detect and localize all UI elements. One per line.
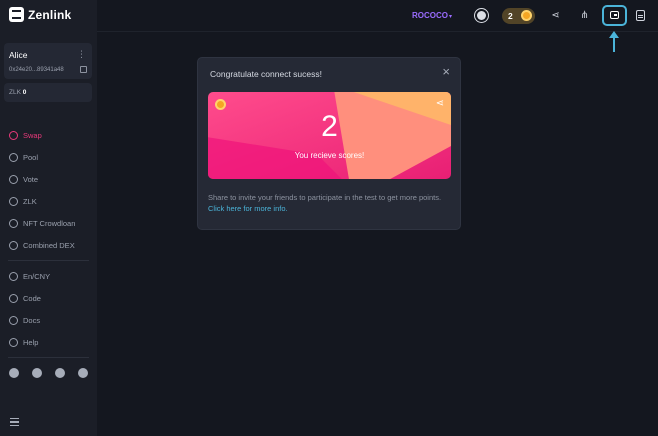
pool-icon <box>9 152 18 162</box>
social-links <box>9 368 88 378</box>
wallet-button[interactable] <box>602 5 627 26</box>
success-modal: Congratulate connect sucess! × ⋖ 2 You r… <box>197 57 461 230</box>
divider <box>8 357 89 358</box>
zlk-balance: ZLK 0 <box>4 83 92 102</box>
sidebar-item-combined-dex[interactable]: Combined DEX <box>0 234 97 256</box>
docs-icon <box>9 315 18 325</box>
help-icon <box>9 337 18 347</box>
vote-icon <box>9 174 18 184</box>
telegram-icon[interactable] <box>78 368 88 378</box>
balance-value: 0 <box>22 89 27 96</box>
sidebar-item-label: Swap <box>23 130 42 140</box>
score-card: ⋖ 2 You recieve scores! <box>208 92 451 179</box>
sidebar-item-swap[interactable]: Swap <box>0 124 97 146</box>
sidebar-item-help[interactable]: Help <box>0 331 97 353</box>
medal-icon <box>521 10 532 21</box>
sidebar-item-zlk[interactable]: ZLK <box>0 190 97 212</box>
score-badge[interactable]: 2 <box>502 8 535 24</box>
sidebar-item-label: Docs <box>23 315 41 325</box>
sidebar-item-label: En/CNY <box>23 271 51 281</box>
wallet-icon <box>610 11 619 19</box>
close-icon[interactable]: × <box>442 65 450 78</box>
swap-icon <box>9 130 18 140</box>
share-icon[interactable]: ⋖ <box>436 98 444 109</box>
logo[interactable]: Zenlink <box>9 7 71 22</box>
document-icon[interactable] <box>636 10 645 21</box>
sidebar-item-label: Combined DEX <box>23 240 75 250</box>
medium-icon[interactable] <box>55 368 65 378</box>
caret-down-icon: ▾ <box>449 14 453 20</box>
sidebar-item-label: Code <box>23 293 41 303</box>
modal-description: Share to invite your friends to particip… <box>208 192 452 214</box>
top-bar: ROCOCO▾ 2 ⋖ ⋔ <box>97 0 658 32</box>
code-icon <box>9 293 18 303</box>
sidebar-item-label: Help <box>23 337 39 347</box>
collapse-sidebar-icon[interactable] <box>10 418 19 426</box>
sidebar-item-label: Vote <box>23 174 39 184</box>
sidebar-nav: Swap Pool Vote ZLK NFT Crowdloan Combine… <box>0 124 97 362</box>
sidebar-item-label: ZLK <box>23 196 37 206</box>
github-icon[interactable] <box>9 368 19 378</box>
sidebar: Zenlink Alice ⋮ 0x24e20...89341a48 ZLK 0… <box>0 0 97 436</box>
logo-text: Zenlink <box>28 7 72 22</box>
twitter-icon[interactable] <box>32 368 42 378</box>
sidebar-item-vote[interactable]: Vote <box>0 168 97 190</box>
account-name: Alice <box>9 50 28 60</box>
sidebar-item-nft-crowdloan[interactable]: NFT Crowdloan <box>0 212 97 234</box>
score-number: 2 <box>321 110 338 143</box>
zenlink-logo-icon <box>9 7 24 22</box>
network-label: ROCOCO <box>412 11 448 20</box>
modal-title: Congratulate connect sucess! <box>210 69 322 79</box>
pointer-arrow-icon <box>609 31 619 52</box>
balance-label: ZLK <box>9 89 21 96</box>
more-icon[interactable]: ⋮ <box>77 49 86 60</box>
sidebar-item-label: NFT Crowdloan <box>23 218 76 228</box>
more-info-link[interactable]: Click here for more info. <box>208 204 288 213</box>
account-address: 0x24e20...89341a48 <box>9 67 64 73</box>
sidebar-item-label: Pool <box>23 152 39 162</box>
account-card[interactable]: Alice ⋮ 0x24e20...89341a48 <box>4 43 92 79</box>
divider <box>8 260 89 261</box>
sidebar-item-docs[interactable]: Docs <box>0 309 97 331</box>
dex-icon <box>9 240 18 250</box>
network-selector[interactable]: ROCOCO▾ <box>412 11 452 20</box>
copy-icon[interactable] <box>80 66 87 73</box>
nft-icon <box>9 218 18 228</box>
medal-icon <box>215 99 226 110</box>
bridge-icon[interactable]: ⋔ <box>579 10 590 21</box>
score-text: You recieve scores! <box>294 151 365 160</box>
sidebar-item-code[interactable]: Code <box>0 287 97 309</box>
sidebar-item-pool[interactable]: Pool <box>0 146 97 168</box>
zlk-icon <box>9 196 18 206</box>
score-count: 2 <box>508 11 513 21</box>
sidebar-item-language[interactable]: En/CNY <box>0 265 97 287</box>
modal-desc-text: Share to invite your friends to particip… <box>208 193 442 202</box>
sun-icon[interactable] <box>477 11 486 20</box>
share-icon[interactable]: ⋖ <box>550 10 561 21</box>
language-icon <box>9 271 18 281</box>
